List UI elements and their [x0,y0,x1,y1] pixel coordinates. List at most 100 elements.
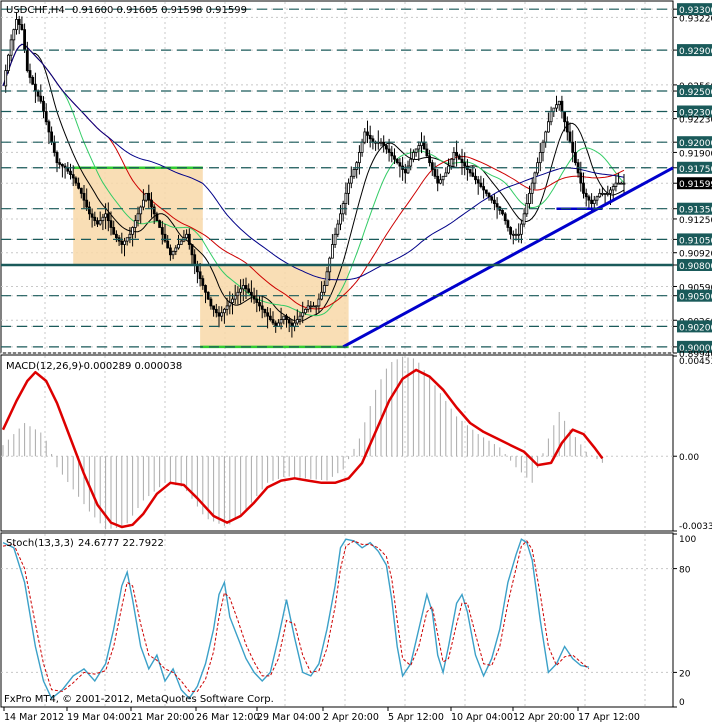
candle-body [263,308,267,314]
candle-body [50,131,53,143]
macd-panel-frame [0,354,674,532]
candle-body [330,244,334,259]
candle-body [271,319,275,324]
price-axis: 0.933000.932200.929000.925600.925000.923… [673,3,712,360]
candle-body [574,152,577,164]
copyright-label: FxPro MT4, © 2001-2012, MetaQuotes Softw… [4,694,274,705]
candle-body [422,141,426,150]
candle-body [106,213,110,222]
chart-window: 0.933000.932200.929000.925600.925000.923… [0,0,712,723]
candle-body [452,152,456,160]
candle-body [444,172,448,177]
candle-body [425,148,429,157]
candle-body [190,244,194,256]
candle-body [436,175,440,184]
candle-body [298,315,302,320]
candle-body [285,315,288,320]
stoch-axis: 100 80 20 0 [673,533,696,708]
candle-body [428,155,432,164]
candle-body [177,244,180,249]
time-axis: 14 Mar 2012 19 Mar 04:00 21 Mar 20:00 26 Ma… [3,707,640,723]
candle-body [611,186,615,191]
candle-body [492,199,496,204]
candle-body [25,49,29,71]
candle-body [206,291,210,300]
candle-body [133,220,137,228]
candle-body [309,305,313,308]
candle-body [312,305,315,308]
candle-body [71,174,75,179]
candle-body [595,196,599,201]
candle-body [4,70,8,87]
candle-body [260,305,264,310]
time-tick-label: 14 Mar 2012 [4,712,64,723]
candle-body [125,237,129,242]
candle-body [484,189,488,194]
candle-body [414,148,418,153]
candle-body [34,83,37,92]
price-tag-label: 0.91599 [679,180,712,190]
candle-body [93,216,97,222]
candle-body [487,192,491,198]
candle-body [582,182,585,194]
candle-body [409,158,413,167]
candle-body [228,302,232,307]
candle-body [590,199,593,204]
candle-body [198,271,202,280]
candle-body [123,240,126,245]
candle-body [411,152,415,160]
candle-body [109,220,113,228]
candle-body [336,223,340,235]
candle-body [471,172,475,177]
candle-body [547,121,550,133]
candle-body [357,152,361,164]
candle-body [614,182,618,187]
candle-body [69,170,72,176]
candle-body [525,203,529,215]
candle-body [584,192,588,198]
candle-body [347,182,351,194]
candle-body [447,165,450,174]
candle-body [82,192,86,201]
candle-body [179,240,183,245]
stoch-tick-label: 100 [679,535,696,545]
candle-body [77,182,80,189]
candle-body [287,319,291,324]
candle-body [241,285,245,290]
candle-body [255,298,259,303]
candle-body [360,141,364,153]
candle-body [88,206,91,215]
candle-body [279,319,283,324]
time-tick-label: 10 Apr 04:00 [451,712,513,723]
candle-body [533,172,537,184]
candle-body [28,70,32,78]
candle-body [379,141,383,144]
candle-body [12,29,16,41]
candle-body [601,192,604,195]
candle-body [20,24,24,31]
candle-body [501,210,504,215]
chart-symbol-label: USDCHF,H4 [6,5,65,16]
candle-body [503,213,507,222]
stoch-values: 24.6777 22.7922 [78,538,164,549]
price-tick-label: 0.90920 [679,250,712,260]
macd-tick-label: 0.00453 [679,357,712,367]
candle-body [266,312,270,317]
candle-body [171,250,175,256]
price-tick-label: 0.91250 [679,216,712,226]
chart-ohlc-label: 0.91600 0.91605 0.91598 0.91599 [72,5,247,16]
candle-body [152,206,156,215]
candle-body [609,189,612,194]
candle-body [549,111,553,123]
price-tag-label: 0.91050 [679,236,712,246]
candle-body [509,227,513,235]
candle-body [587,196,591,201]
candle-body [147,192,151,201]
macd-axis: 0.00453 0.00 -0.00338 [673,355,712,532]
candle-body [120,240,124,245]
candle-body [144,192,148,201]
macd-tick-label: 0.00 [679,453,699,463]
candle-body [390,152,394,157]
candle-body [236,291,240,297]
candle-body [201,278,205,286]
